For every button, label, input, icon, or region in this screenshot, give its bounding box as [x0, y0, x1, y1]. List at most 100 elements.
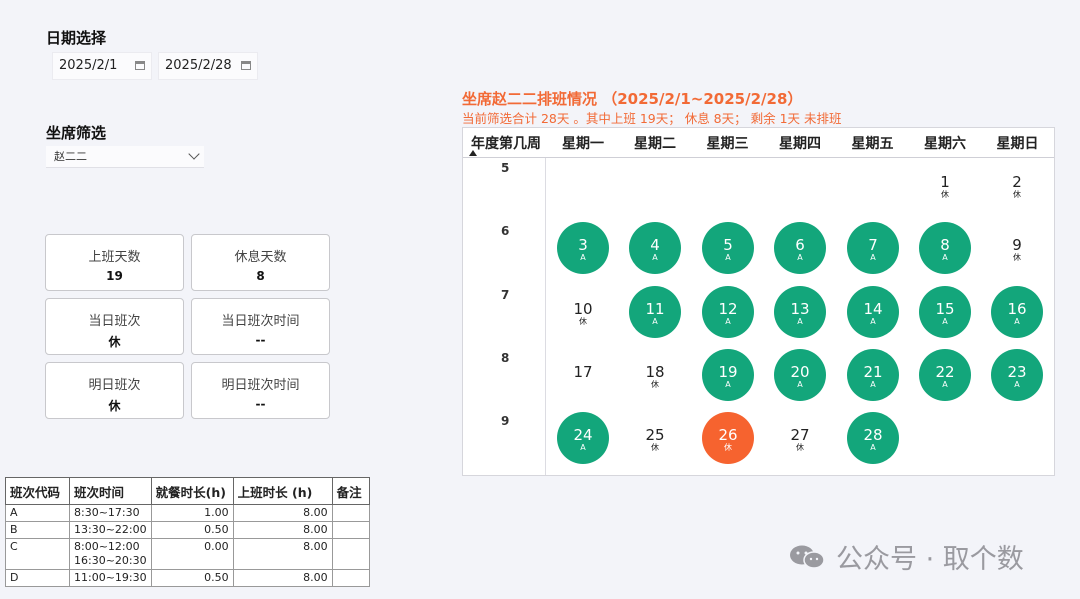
day-number: 24 [573, 426, 593, 444]
shift-code: A [942, 380, 948, 389]
schedule-calendar: 年度第几周 星期一 星期二 星期三 星期四 星期五 星期六 星期日 51休2休6… [462, 127, 1055, 476]
calendar-day-cell[interactable]: 4A [629, 222, 681, 274]
calendar-day-cell[interactable]: 20 A [774, 349, 826, 401]
weekday-header: 星期六 [924, 136, 966, 152]
calendar-empty-cell [702, 159, 754, 211]
weekday-header: 星期二 [634, 136, 676, 152]
day-number: 7 [868, 236, 878, 254]
column-header: 班次代码 [5, 477, 70, 505]
shift-code: A [580, 443, 586, 452]
shift-code: A [5, 504, 70, 522]
calendar-day-cell[interactable]: 14 A [847, 286, 899, 338]
day-number: 5 [723, 236, 733, 254]
shift-code: A [870, 317, 876, 326]
shift-code: A [942, 253, 948, 262]
calendar-icon[interactable] [135, 61, 145, 70]
calendar-day-cell[interactable]: 24 A [557, 412, 609, 464]
shift-code: A [652, 317, 658, 326]
calendar-day-cell[interactable]: 28 A [847, 412, 899, 464]
shift-code: A [870, 443, 876, 452]
seat-filter-title: 坐席筛选 [46, 124, 107, 142]
card-label: 明日班次时间 [221, 378, 300, 393]
calendar-day-cell[interactable]: 17 [557, 349, 609, 401]
shift-time: 8:00~12:00 16:30~20:30 [69, 538, 152, 570]
work-hours: 8.00 [232, 504, 333, 522]
shift-code: A [580, 253, 586, 262]
shift-code: 休 [651, 443, 659, 452]
sort-ascending-icon[interactable] [469, 150, 477, 156]
date-filter-title: 日期选择 [46, 29, 107, 47]
calendar-day-cell[interactable]: 9休 [991, 222, 1043, 274]
card-work-days: 上班天数 19 [45, 234, 184, 291]
week-number-header[interactable]: 年度第几周 [467, 133, 545, 153]
calendar-day-cell[interactable]: 11 A [629, 286, 681, 338]
calendar-day-cell[interactable]: 23 A [991, 349, 1043, 401]
calendar-day-cell[interactable]: 13 A [774, 286, 826, 338]
calendar-day-cell[interactable]: 16 A [991, 286, 1043, 338]
day-number: 10 [573, 300, 593, 318]
week-number: 7 [501, 288, 510, 302]
calendar-empty-cell [557, 159, 609, 211]
shift-code: A [725, 253, 731, 262]
calendar-day-cell[interactable]: 1休 [919, 159, 971, 211]
calendar-day-cell[interactable]: 27 休 [774, 412, 826, 464]
calendar-day-cell[interactable]: 7A [847, 222, 899, 274]
end-date-input[interactable]: 2025/2/28 [158, 52, 258, 80]
table-row: B 13:30~22:00 0.50 8.00 [5, 521, 370, 539]
card-rest-days: 休息天数 8 [191, 234, 330, 291]
watermark-text: 公众号 · 取个数 [836, 544, 1024, 575]
day-number: 21 [863, 363, 883, 381]
shift-time-line: 16:30~20:30 [74, 554, 147, 567]
calendar-day-cell[interactable]: 2休 [991, 159, 1043, 211]
shift-code-table: 班次代码 班次时间 就餐时长(h) 上班时长 (h) 备注 A 8:30~17:… [5, 477, 370, 587]
calendar-empty-cell [774, 159, 826, 211]
chevron-down-icon[interactable] [188, 148, 200, 160]
week-column-divider [545, 158, 546, 475]
calendar-day-cell[interactable]: 26 休 [702, 412, 754, 464]
calendar-day-cell[interactable]: 15 A [919, 286, 971, 338]
calendar-day-cell[interactable]: 22 A [919, 349, 971, 401]
card-value: -- [255, 397, 266, 411]
calendar-day-cell[interactable]: 12 A [702, 286, 754, 338]
seat-select-value: 赵二二 [54, 150, 87, 163]
note [331, 504, 370, 522]
calendar-empty-cell [919, 412, 971, 464]
card-tomorrow-shift-time: 明日班次时间 -- [191, 362, 330, 419]
calendar-day-cell[interactable]: 10 休 [557, 286, 609, 338]
calendar-day-cell[interactable]: 5A [702, 222, 754, 274]
meal-hours: 0.50 [150, 521, 234, 539]
shift-time: 11:00~19:30 [69, 569, 152, 587]
shift-code: A [942, 317, 948, 326]
calendar-day-cell[interactable]: 8A [919, 222, 971, 274]
card-value: 19 [106, 269, 123, 283]
card-value: 休 [108, 399, 121, 413]
calendar-icon[interactable] [241, 61, 251, 70]
day-number: 6 [795, 236, 805, 254]
calendar-day-cell[interactable]: 6A [774, 222, 826, 274]
weekday-header: 星期一 [562, 136, 604, 152]
table-header-row: 班次代码 班次时间 就餐时长(h) 上班时长 (h) 备注 [5, 477, 370, 505]
work-hours: 8.00 [232, 569, 333, 587]
column-header: 就餐时长(h) [150, 477, 234, 505]
day-number: 27 [790, 426, 810, 444]
card-tomorrow-shift: 明日班次 休 [45, 362, 184, 419]
calendar-day-cell[interactable]: 25 休 [629, 412, 681, 464]
start-date-input[interactable]: 2025/2/1 [52, 52, 152, 80]
shift-code: 休 [651, 380, 659, 389]
shift-code: B [5, 521, 70, 539]
card-label: 明日班次 [88, 378, 141, 393]
calendar-day-cell[interactable]: 18 休 [629, 349, 681, 401]
column-header: 上班时长 (h) [232, 477, 333, 505]
meal-hours: 1.00 [150, 504, 234, 522]
work-hours: 8.00 [232, 521, 333, 539]
seat-select[interactable]: 赵二二 [46, 146, 204, 168]
shift-code: 休 [724, 443, 732, 452]
day-number: 17 [573, 363, 593, 381]
weekday-header: 星期五 [851, 136, 894, 152]
shift-time: 13:30~22:00 [69, 521, 152, 539]
day-number: 9 [1012, 236, 1022, 254]
week-number: 8 [501, 351, 510, 365]
calendar-day-cell[interactable]: 19 A [702, 349, 754, 401]
calendar-day-cell[interactable]: 3A [557, 222, 609, 274]
calendar-day-cell[interactable]: 21 A [847, 349, 899, 401]
